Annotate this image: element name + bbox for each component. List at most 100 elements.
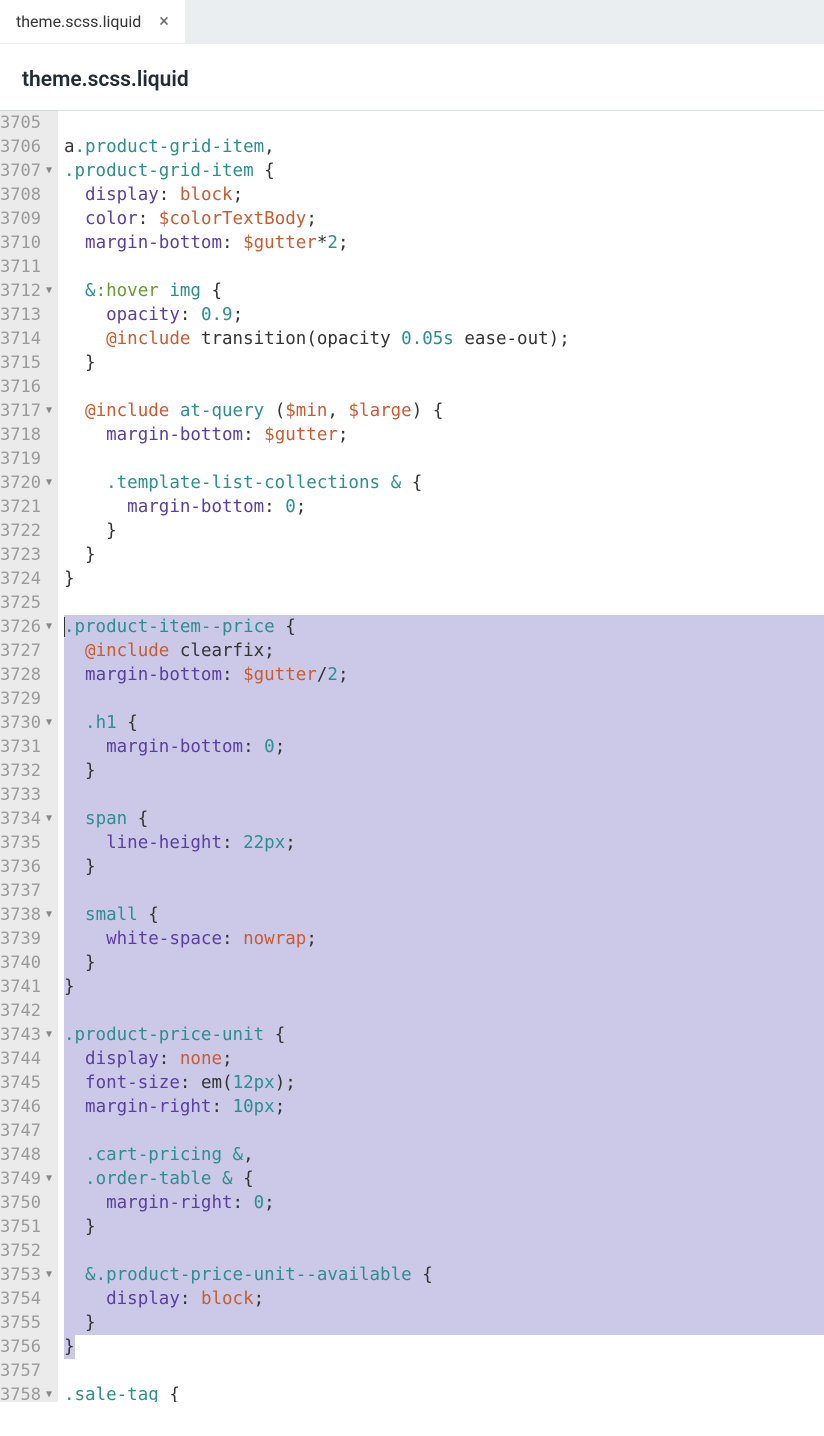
fold-toggle-icon[interactable]: ▼ bbox=[42, 399, 56, 423]
gutter-line: 3729 bbox=[0, 687, 58, 711]
code-line[interactable]: @include transition(opacity 0.05s ease-o… bbox=[64, 327, 824, 351]
code-line[interactable] bbox=[64, 999, 824, 1023]
code-line[interactable] bbox=[64, 1119, 824, 1143]
breadcrumb: theme.scss.liquid bbox=[22, 68, 802, 92]
code-line[interactable]: margin-right: 10px; bbox=[64, 1095, 824, 1119]
close-icon[interactable]: × bbox=[159, 13, 169, 31]
code-line[interactable]: margin-bottom: $gutter*2; bbox=[64, 231, 824, 255]
code-line[interactable]: } bbox=[64, 1335, 824, 1359]
gutter-line: 3732 bbox=[0, 759, 58, 783]
fold-toggle-icon[interactable]: ▼ bbox=[42, 471, 56, 495]
code-line[interactable]: margin-bottom: $gutter; bbox=[64, 423, 824, 447]
code-line[interactable]: a.product-grid-item, bbox=[64, 135, 824, 159]
code-line[interactable] bbox=[64, 591, 824, 615]
code-line[interactable]: &:hover img { bbox=[64, 279, 824, 303]
fold-toggle-icon[interactable]: ▼ bbox=[42, 1383, 56, 1407]
code-line[interactable]: margin-right: 0; bbox=[64, 1191, 824, 1215]
tab-bar: theme.scss.liquid × bbox=[0, 0, 824, 44]
code-line[interactable]: .h1 { bbox=[64, 711, 824, 735]
code-line[interactable]: } bbox=[64, 1311, 824, 1335]
gutter-line: 3737 bbox=[0, 879, 58, 903]
code-line[interactable]: } bbox=[64, 351, 824, 375]
code-line[interactable]: } bbox=[64, 855, 824, 879]
gutter-line: 3751 bbox=[0, 1215, 58, 1239]
code-line[interactable] bbox=[64, 1239, 824, 1263]
code-line[interactable] bbox=[64, 447, 824, 471]
gutter-line: 3706 bbox=[0, 135, 58, 159]
fold-toggle-icon[interactable]: ▼ bbox=[42, 1167, 56, 1191]
code-line[interactable] bbox=[64, 111, 824, 135]
code-line[interactable]: margin-bottom: 0; bbox=[64, 735, 824, 759]
code-line[interactable]: display: block; bbox=[64, 183, 824, 207]
code-line[interactable]: .cart-pricing &, bbox=[64, 1143, 824, 1167]
code-line[interactable]: } bbox=[64, 1215, 824, 1239]
gutter-line: 3728 bbox=[0, 663, 58, 687]
code-line[interactable]: opacity: 0.9; bbox=[64, 303, 824, 327]
code-line[interactable]: margin-bottom: 0; bbox=[64, 495, 824, 519]
code-line[interactable]: } bbox=[64, 759, 824, 783]
code-area[interactable]: a.product-grid-item,.product-grid-item {… bbox=[58, 111, 824, 1402]
gutter-line: 3743▼ bbox=[0, 1023, 58, 1047]
code-line[interactable]: @include clearfix; bbox=[64, 639, 824, 663]
gutter-line: 3718 bbox=[0, 423, 58, 447]
code-line[interactable]: color: $colorTextBody; bbox=[64, 207, 824, 231]
gutter-line: 3724 bbox=[0, 567, 58, 591]
code-editor[interactable]: 3705 3706 3707▼3708 3709 3710 3711 3712▼… bbox=[0, 110, 824, 1402]
fold-toggle-icon[interactable]: ▼ bbox=[42, 711, 56, 735]
gutter-line: 3757 bbox=[0, 1359, 58, 1383]
code-line[interactable]: } bbox=[64, 951, 824, 975]
gutter-line: 3710 bbox=[0, 231, 58, 255]
code-line[interactable]: } bbox=[64, 567, 824, 591]
code-line[interactable]: } bbox=[64, 519, 824, 543]
code-line[interactable]: } bbox=[64, 543, 824, 567]
code-line[interactable]: display: none; bbox=[64, 1047, 824, 1071]
code-line[interactable]: margin-bottom: $gutter/2; bbox=[64, 663, 824, 687]
code-line[interactable]: .order-table & { bbox=[64, 1167, 824, 1191]
code-line[interactable]: .sale-tag { bbox=[64, 1383, 824, 1402]
fold-toggle-icon[interactable]: ▼ bbox=[42, 807, 56, 831]
gutter-line: 3733 bbox=[0, 783, 58, 807]
code-line[interactable] bbox=[64, 255, 824, 279]
gutter-line: 3739 bbox=[0, 927, 58, 951]
code-line[interactable]: .product-grid-item { bbox=[64, 159, 824, 183]
code-line[interactable] bbox=[64, 879, 824, 903]
gutter-line: 3713 bbox=[0, 303, 58, 327]
code-line[interactable]: white-space: nowrap; bbox=[64, 927, 824, 951]
gutter-line: 3740 bbox=[0, 951, 58, 975]
gutter-line: 3736 bbox=[0, 855, 58, 879]
gutter-line: 3711 bbox=[0, 255, 58, 279]
fold-toggle-icon[interactable]: ▼ bbox=[42, 279, 56, 303]
fold-toggle-icon[interactable]: ▼ bbox=[42, 615, 56, 639]
gutter-line: 3709 bbox=[0, 207, 58, 231]
fold-toggle-icon[interactable]: ▼ bbox=[42, 1023, 56, 1047]
code-line[interactable]: .product-price-unit { bbox=[64, 1023, 824, 1047]
fold-toggle-icon[interactable]: ▼ bbox=[42, 903, 56, 927]
fold-toggle-icon[interactable]: ▼ bbox=[42, 1263, 56, 1287]
code-line[interactable]: font-size: em(12px); bbox=[64, 1071, 824, 1095]
gutter-line: 3715 bbox=[0, 351, 58, 375]
gutter-line: 3745 bbox=[0, 1071, 58, 1095]
code-line[interactable] bbox=[64, 687, 824, 711]
code-line[interactable]: &.product-price-unit--available { bbox=[64, 1263, 824, 1287]
code-line[interactable]: } bbox=[64, 975, 824, 999]
gutter-line: 3750 bbox=[0, 1191, 58, 1215]
code-line[interactable] bbox=[64, 783, 824, 807]
gutter-line: 3719 bbox=[0, 447, 58, 471]
code-line[interactable]: span { bbox=[64, 807, 824, 831]
gutter-line: 3722 bbox=[0, 519, 58, 543]
gutter-line: 3720▼ bbox=[0, 471, 58, 495]
code-line[interactable]: display: block; bbox=[64, 1287, 824, 1311]
code-line[interactable] bbox=[64, 1359, 824, 1383]
gutter-line: 3712▼ bbox=[0, 279, 58, 303]
code-line[interactable]: .template-list-collections & { bbox=[64, 471, 824, 495]
code-line[interactable]: @include at-query ($min, $large) { bbox=[64, 399, 824, 423]
code-line[interactable] bbox=[64, 375, 824, 399]
code-line[interactable]: .product-item--price { bbox=[64, 615, 824, 639]
gutter-line: 3716 bbox=[0, 375, 58, 399]
gutter-line: 3708 bbox=[0, 183, 58, 207]
gutter-line: 3747 bbox=[0, 1119, 58, 1143]
code-line[interactable]: line-height: 22px; bbox=[64, 831, 824, 855]
fold-toggle-icon[interactable]: ▼ bbox=[42, 159, 56, 183]
tab-active[interactable]: theme.scss.liquid × bbox=[0, 0, 185, 43]
code-line[interactable]: small { bbox=[64, 903, 824, 927]
